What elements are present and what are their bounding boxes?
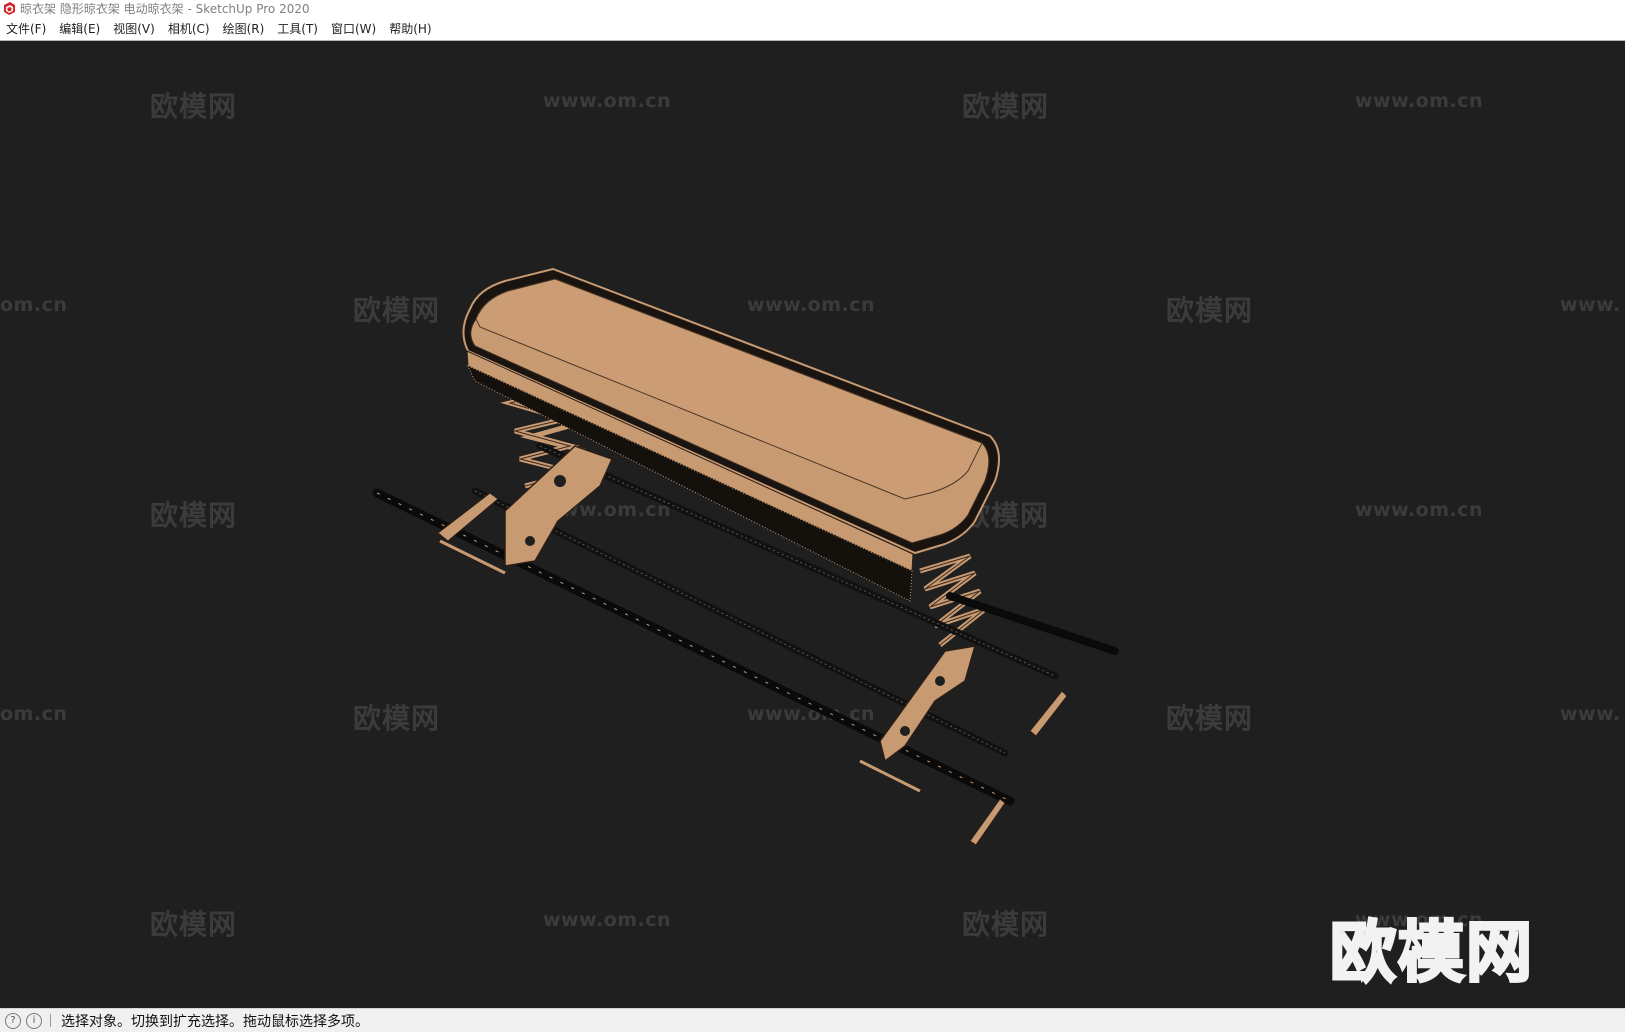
geo-location-icon[interactable]: ? <box>5 1012 21 1029</box>
menu-help[interactable]: 帮助(H) <box>383 20 438 37</box>
status-divider <box>50 1014 51 1027</box>
drying-rack-model[interactable] <box>0 41 1625 1008</box>
menu-tools[interactable]: 工具(T) <box>271 20 325 37</box>
menu-edit[interactable]: 编辑(E) <box>53 20 107 37</box>
title-bar: 晾衣架 隐形晾衣架 电动晾衣架 - SketchUp Pro 2020 <box>0 0 1625 17</box>
menu-camera[interactable]: 相机(C) <box>162 20 217 37</box>
brand-logo-watermark: 欧模网 <box>1329 913 1534 993</box>
status-message: 选择对象。切换到扩充选择。拖动鼠标选择多项。 <box>61 1013 369 1030</box>
status-bar: ? i 选择对象。切换到扩充选择。拖动鼠标选择多项。 <box>0 1008 1625 1032</box>
sketchup-icon <box>3 2 16 15</box>
info-icon[interactable]: i <box>26 1012 42 1029</box>
menu-bar: 文件(F) 编辑(E) 视图(V) 相机(C) 绘图(R) 工具(T) 窗口(W… <box>0 17 1625 41</box>
menu-draw[interactable]: 绘图(R) <box>217 20 272 37</box>
window-title: 晾衣架 隐形晾衣架 电动晾衣架 - SketchUp Pro 2020 <box>20 2 310 16</box>
menu-file[interactable]: 文件(F) <box>0 20 53 37</box>
menu-window[interactable]: 窗口(W) <box>325 20 383 37</box>
bracket-right <box>859 645 1068 846</box>
model-viewport[interactable]: 欧模网 www.om.cn 欧模网 www.om.cn om.cn 欧模网 ww… <box>0 41 1625 1008</box>
bracket-left <box>437 445 614 575</box>
menu-view[interactable]: 视图(V) <box>107 20 162 37</box>
